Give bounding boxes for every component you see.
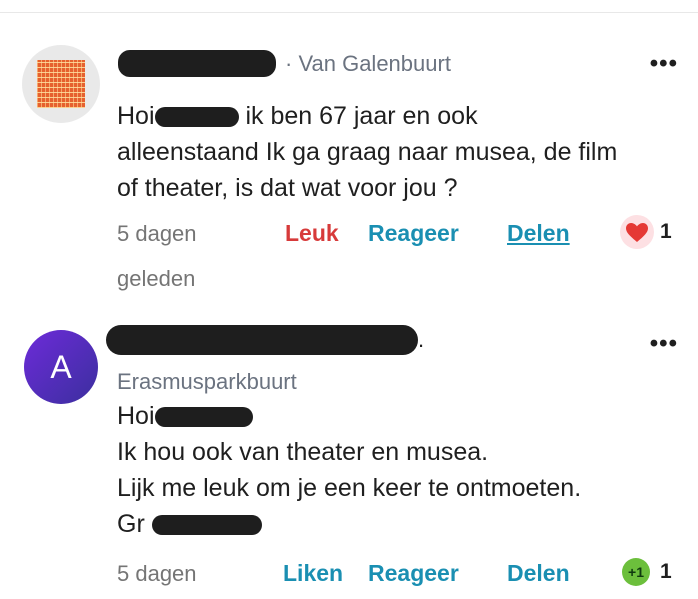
avatar-image <box>37 60 85 108</box>
avatar[interactable] <box>22 45 100 123</box>
redacted-name <box>154 407 253 427</box>
redacted-username <box>106 325 418 355</box>
comment-body: Hoi Ik hou ook van theater en musea. Lij… <box>117 398 581 542</box>
avatar[interactable]: A <box>24 330 98 404</box>
comment-text: Hoi <box>117 402 155 430</box>
like-button[interactable]: Liken <box>283 560 343 587</box>
comment-text: Gr <box>117 510 145 538</box>
neighbourhood-label: · Van Galenbuurt <box>285 51 451 77</box>
comment-text: of theater, is dat wat voor jou ? <box>117 174 458 202</box>
separator-dot: · <box>285 51 293 76</box>
timestamp-continued: geleden <box>117 266 196 291</box>
neighbourhood-name[interactable]: Erasmusparkbuurt <box>117 369 297 395</box>
heart-icon <box>626 223 648 242</box>
comment-text: Ik hou ook van theater en musea. <box>117 438 489 466</box>
reply-button[interactable]: Reageer <box>368 220 459 247</box>
reaction-count: 1 <box>660 560 672 583</box>
more-options-icon[interactable]: ••• <box>650 50 678 78</box>
reaction-count: 1 <box>660 220 672 243</box>
heart-reaction-icon[interactable] <box>620 215 654 249</box>
top-divider <box>0 12 698 13</box>
reply-button[interactable]: Reageer <box>368 560 459 587</box>
redacted-name <box>151 515 262 535</box>
like-button[interactable]: Leuk <box>285 220 339 247</box>
comment-text: Hoi <box>117 102 155 130</box>
neighbourhood-name[interactable]: Van Galenbuurt <box>298 51 450 76</box>
comment-body: Hoi ik ben 67 jaar en ook alleenstaand I… <box>117 98 617 206</box>
comment-text: ik ben 67 jaar en ook <box>245 102 478 130</box>
share-button[interactable]: Delen <box>507 220 570 247</box>
plus-one-reaction-icon[interactable]: +1 <box>622 558 650 586</box>
redacted-name <box>154 107 239 127</box>
more-options-icon[interactable]: ••• <box>650 330 678 358</box>
share-button[interactable]: Delen <box>507 560 570 587</box>
redacted-username <box>118 50 276 77</box>
comment-text: alleenstaand Ik ga graag naar musea, de … <box>117 138 618 166</box>
timestamp: 5 dagen <box>117 221 197 246</box>
separator-dot: . <box>418 327 425 352</box>
timestamp: 5 dagen <box>117 561 197 586</box>
comment-text: Lijk me leuk om je een keer te ontmoeten… <box>117 474 582 502</box>
